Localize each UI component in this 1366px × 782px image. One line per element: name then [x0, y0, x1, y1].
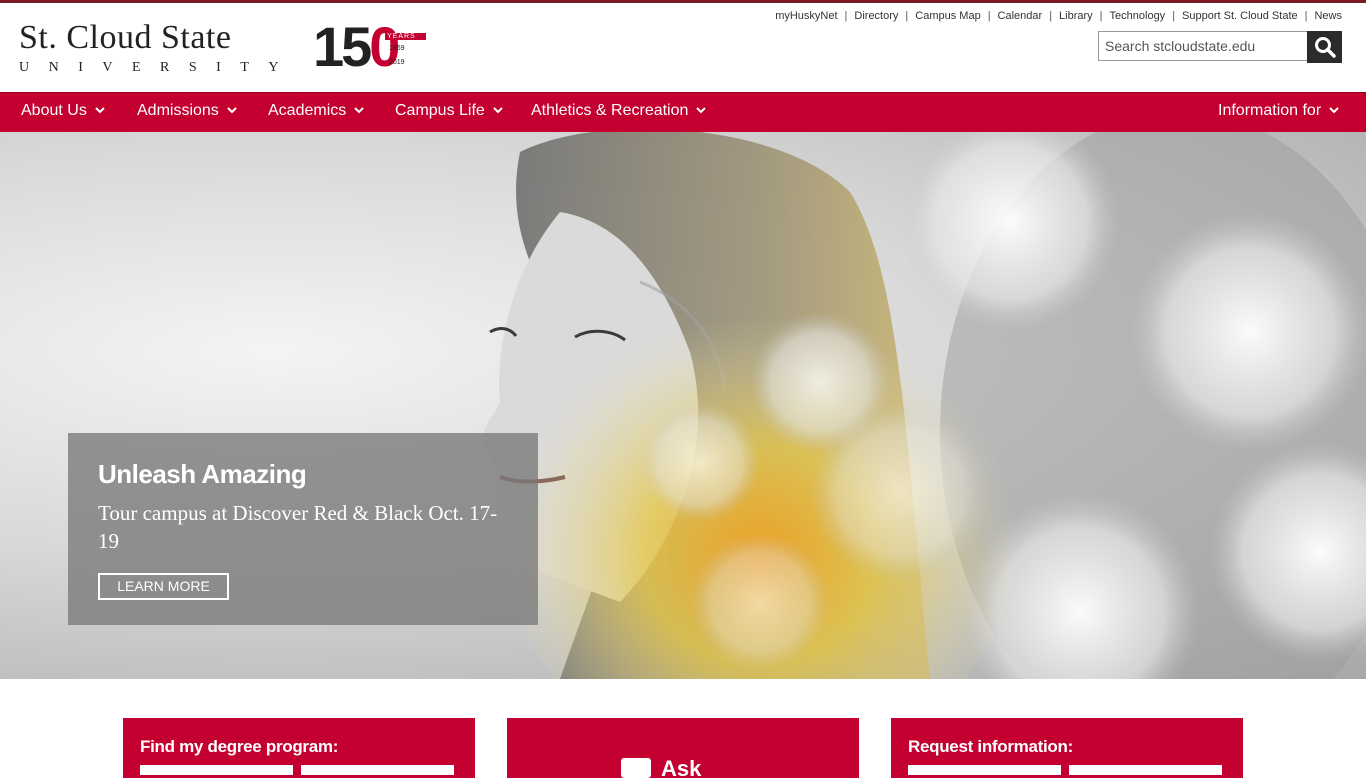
degree-finder-label: Find my degree program: — [140, 737, 339, 756]
main-navigation: About Us Admissions Academics Campus Lif… — [0, 92, 1366, 133]
logo-wordmark: St. Cloud State — [19, 19, 232, 56]
chevron-down-icon — [1329, 107, 1339, 114]
degree-filter-select[interactable] — [140, 765, 293, 775]
hero-banner[interactable]: Unleash Amazing Tour campus at Discover … — [0, 132, 1366, 679]
request-info-card: Request information: — [891, 718, 1243, 778]
chevron-down-icon — [493, 107, 503, 114]
anniversary-number: 150 — [313, 15, 400, 78]
nav-item-campus-life[interactable]: Campus Life — [395, 93, 503, 131]
nav-item-admissions[interactable]: Admissions — [137, 93, 237, 131]
utility-link-support[interactable]: Support St. Cloud State — [1182, 10, 1298, 22]
anniversary-start-year: 1869 — [389, 45, 405, 52]
request-info-field-2[interactable] — [1069, 765, 1222, 775]
quick-actions: Find my degree program: Ask Request info… — [0, 679, 1366, 781]
utility-link-directory[interactable]: Directory — [854, 10, 898, 22]
utility-link-calendar[interactable]: Calendar — [998, 10, 1043, 22]
chevron-down-icon — [354, 107, 364, 114]
search-button[interactable] — [1307, 31, 1342, 63]
request-info-label: Request information: — [908, 737, 1073, 756]
masthead: St. Cloud State UNIVERSITY 150 YEARS 186… — [0, 3, 1366, 92]
utility-link-myhuskynet[interactable]: myHuskyNet — [775, 10, 837, 22]
utility-link-campus-map[interactable]: Campus Map — [915, 10, 980, 22]
university-logo[interactable]: St. Cloud State UNIVERSITY — [19, 21, 298, 76]
anniversary-years: YEARS — [385, 33, 426, 40]
request-info-field[interactable] — [908, 765, 1061, 775]
search-input[interactable] — [1098, 31, 1307, 61]
chevron-down-icon — [696, 107, 707, 114]
degree-finder-card: Find my degree program: — [123, 718, 475, 778]
chevron-down-icon — [227, 107, 237, 114]
learn-more-button[interactable]: LEARN MORE — [98, 573, 229, 600]
anniversary-end-year: 2019 — [389, 59, 405, 66]
ask-label: Ask — [661, 756, 702, 781]
utility-link-news[interactable]: News — [1314, 10, 1342, 22]
site-search — [1098, 31, 1342, 63]
logo-subtitle: UNIVERSITY — [19, 60, 298, 75]
nav-item-academics[interactable]: Academics — [268, 93, 364, 131]
nav-item-about-us[interactable]: About Us — [21, 93, 105, 131]
utility-link-technology[interactable]: Technology — [1110, 10, 1166, 22]
utility-links: myHuskyNet | Directory | Campus Map | Calendar… — [775, 10, 1342, 22]
hero-title: Unleash Amazing — [98, 459, 307, 489]
degree-filter-select-2[interactable] — [301, 765, 454, 775]
nav-item-athletics-recreation[interactable]: Athletics & Recreation — [531, 93, 707, 131]
hero-caption-panel: Unleash Amazing Tour campus at Discover … — [68, 433, 538, 625]
chat-icon — [621, 758, 651, 778]
hero-text: Tour campus at Discover Red & Black Oct.… — [98, 501, 498, 553]
search-icon — [1314, 37, 1336, 58]
utility-link-library[interactable]: Library — [1059, 10, 1093, 22]
ask-card[interactable]: Ask — [507, 718, 859, 781]
anniversary-logo: 150 YEARS 1869 2019 — [313, 15, 426, 78]
nav-item-information-for[interactable]: Information for — [1218, 93, 1339, 131]
chevron-down-icon — [95, 107, 105, 114]
